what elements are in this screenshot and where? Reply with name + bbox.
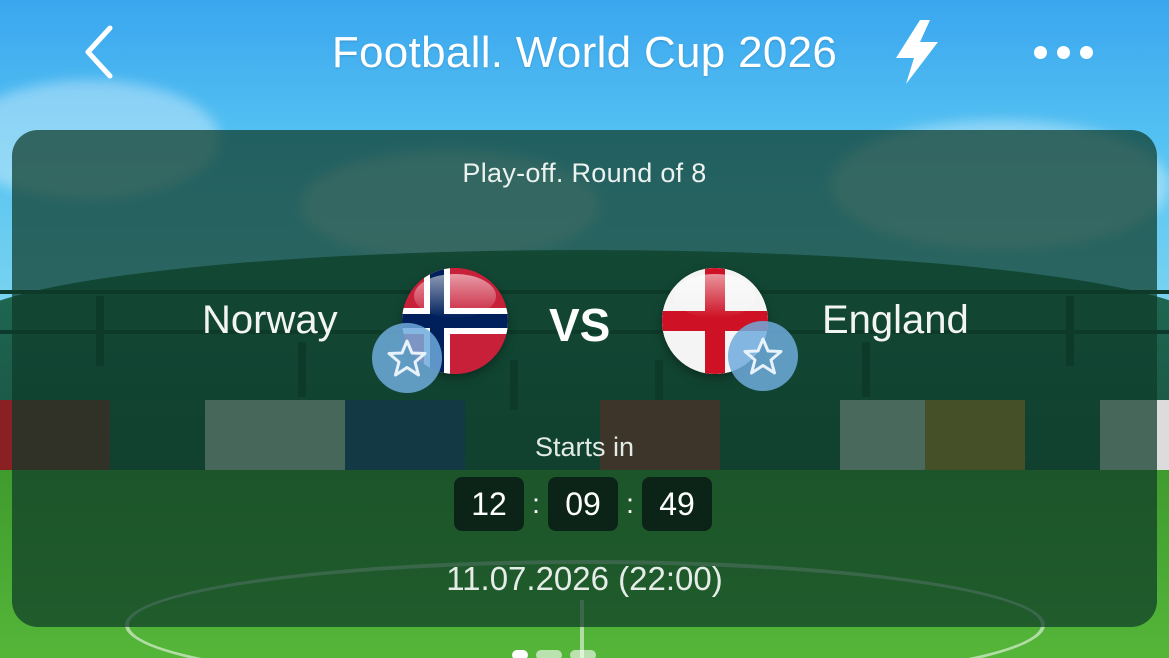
live-button[interactable] xyxy=(884,16,950,88)
flag-gloss xyxy=(674,274,756,318)
match-card[interactable]: Play-off. Round of 8 Norway VS England S… xyxy=(12,130,1157,627)
countdown-timer: 12 : 09 : 49 xyxy=(454,477,712,531)
favorite-home-button[interactable] xyxy=(372,323,442,393)
page-dot[interactable] xyxy=(512,650,528,658)
lightning-icon xyxy=(896,20,938,84)
top-navigation-bar: Football. World Cup 2026 xyxy=(0,0,1169,105)
page-title: Football. World Cup 2026 xyxy=(331,28,838,77)
more-options-button[interactable] xyxy=(1020,28,1106,76)
carousel-page-indicator[interactable] xyxy=(512,650,596,658)
flag-gloss xyxy=(414,274,496,318)
countdown-minutes: 09 xyxy=(548,477,618,531)
home-team-name: Norway xyxy=(202,298,338,342)
match-stage: Play-off. Round of 8 xyxy=(462,158,707,188)
star-icon xyxy=(387,339,427,377)
away-team-name: England xyxy=(822,298,969,342)
starts-in-label: Starts in xyxy=(534,432,635,462)
countdown-seconds: 49 xyxy=(642,477,712,531)
countdown-hours: 12 xyxy=(454,477,524,531)
more-horizontal-icon xyxy=(1056,45,1070,59)
countdown-separator: : xyxy=(626,488,634,519)
match-date: 11.07.2026 (22:00) xyxy=(446,560,723,597)
page-dot[interactable] xyxy=(536,650,562,658)
favorite-away-button[interactable] xyxy=(728,321,798,391)
versus-label: VS xyxy=(549,299,611,351)
more-horizontal-icon xyxy=(1033,45,1047,59)
page-dot[interactable] xyxy=(570,650,596,658)
more-horizontal-icon xyxy=(1079,45,1093,59)
star-icon xyxy=(743,337,783,375)
countdown-separator: : xyxy=(532,488,540,519)
